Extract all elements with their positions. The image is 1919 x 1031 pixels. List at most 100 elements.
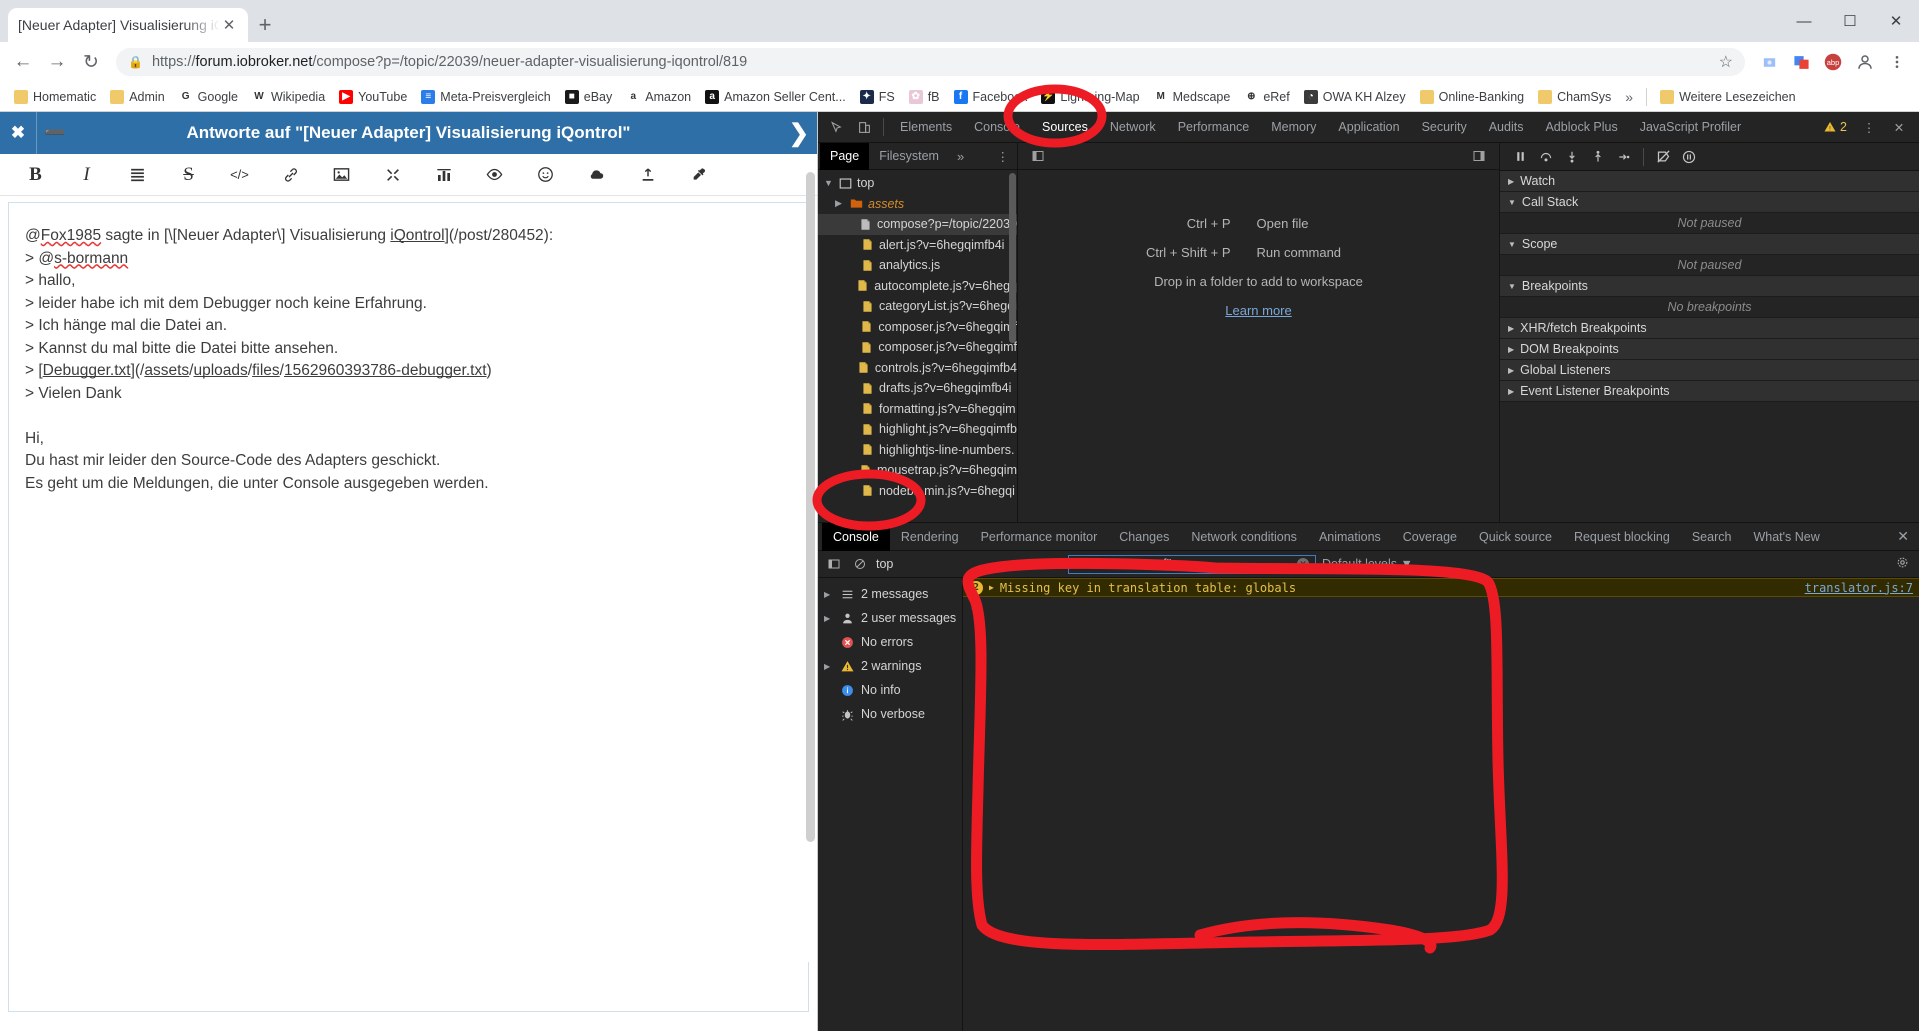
file-tree-row[interactable]: highlightjs-line-numbers. bbox=[818, 440, 1017, 461]
file-tree-row[interactable]: analytics.js bbox=[818, 255, 1017, 276]
image-icon[interactable] bbox=[316, 154, 367, 196]
file-tree-scrollbar[interactable] bbox=[1009, 173, 1016, 343]
composer-scrollbar-thumb[interactable] bbox=[806, 172, 815, 842]
file-tree-row[interactable]: categoryList.js?v=6hegqi bbox=[818, 296, 1017, 317]
drawer-tab-changes[interactable]: Changes bbox=[1108, 523, 1180, 551]
console-sidebar-row[interactable]: No verbose bbox=[818, 702, 962, 726]
bookmarks-overflow-icon[interactable]: » bbox=[1619, 89, 1639, 105]
bookmark-item[interactable]: ▶ YouTube bbox=[333, 87, 413, 107]
chevron-down-icon[interactable]: ▼ bbox=[1508, 240, 1516, 249]
bookmark-item[interactable]: Homematic bbox=[8, 87, 102, 107]
file-tree-row[interactable]: composer.js?v=6hegqimf bbox=[818, 337, 1017, 358]
drawer-tab-search[interactable]: Search bbox=[1681, 523, 1743, 551]
console-sidebar-row[interactable]: No info bbox=[818, 678, 962, 702]
chevron-right-icon[interactable]: ▶ bbox=[1508, 345, 1514, 354]
debugger-section-header[interactable]: ▶ Global Listeners bbox=[1500, 360, 1919, 381]
more-options-icon[interactable]: ⋮ bbox=[1855, 113, 1883, 141]
bookmark-item[interactable]: ≡ Meta-Preisvergleich bbox=[415, 87, 556, 107]
console-sidebar-row[interactable]: ▶ 2 messages bbox=[818, 582, 962, 606]
bookmark-item[interactable]: ChamSys bbox=[1532, 87, 1617, 107]
chevron-down-icon[interactable]: ▼ bbox=[1508, 282, 1516, 291]
italic-icon[interactable]: I bbox=[61, 154, 112, 196]
chevron-right-icon[interactable]: ▶ bbox=[1508, 177, 1514, 186]
file-tree-row[interactable]: autocomplete.js?v=6hegq bbox=[818, 276, 1017, 297]
console-sidebar-row[interactable]: ▶ 2 warnings bbox=[818, 654, 962, 678]
file-tree-row[interactable]: highlight.js?v=6hegqimfb bbox=[818, 419, 1017, 440]
eyedropper-icon[interactable] bbox=[673, 154, 724, 196]
devtools-tab-performance[interactable]: Performance bbox=[1167, 112, 1261, 143]
console-message-source[interactable]: translator.js:7 bbox=[1805, 581, 1913, 595]
file-tree-row[interactable]: composer.js?v=6hegqimf bbox=[818, 317, 1017, 338]
avatar-icon[interactable] bbox=[1851, 48, 1879, 76]
composer-textarea[interactable]: @Fox1985 sagte in [\[Neuer Adapter\] Vis… bbox=[8, 202, 809, 1012]
preview-icon[interactable] bbox=[469, 154, 520, 196]
link-icon[interactable] bbox=[265, 154, 316, 196]
expand-composer-icon[interactable]: ❯ bbox=[789, 119, 809, 148]
file-tree-row[interactable]: mousetrap.js?v=6hegqim bbox=[818, 460, 1017, 481]
step-out-icon[interactable] bbox=[1586, 145, 1610, 169]
tree-toggle-icon[interactable]: ▶ bbox=[835, 198, 845, 209]
chevron-right-icon[interactable]: ▶ bbox=[824, 662, 833, 671]
upload-icon[interactable] bbox=[622, 154, 673, 196]
extension-icon[interactable] bbox=[1755, 48, 1783, 76]
console-filter-input[interactable]: -translate -Got -{"en ✕ bbox=[1068, 554, 1316, 574]
drawer-tab-rendering[interactable]: Rendering bbox=[890, 523, 970, 551]
navigator-more-icon[interactable]: » bbox=[949, 149, 972, 164]
code-icon[interactable]: </> bbox=[214, 154, 265, 196]
drawer-tab-performance-monitor[interactable]: Performance monitor bbox=[970, 523, 1109, 551]
chevron-right-icon[interactable]: ▶ bbox=[824, 590, 833, 599]
file-tree-row[interactable]: alert.js?v=6hegqimfb4i bbox=[818, 235, 1017, 256]
console-sidebar-row[interactable]: ▶ 2 user messages bbox=[818, 606, 962, 630]
poll-icon[interactable] bbox=[418, 154, 469, 196]
devtools-tab-adblock-plus[interactable]: Adblock Plus bbox=[1534, 112, 1628, 143]
close-window-icon[interactable]: ✕ bbox=[1873, 0, 1919, 42]
warning-count-badge[interactable]: ! 2 bbox=[1818, 120, 1853, 134]
bookmark-item[interactable]: a Amazon bbox=[620, 87, 697, 107]
learn-more-link[interactable]: Learn more bbox=[1225, 303, 1291, 318]
debugger-section-header[interactable]: ▶ Event Listener Breakpoints bbox=[1500, 381, 1919, 402]
chevron-right-icon[interactable]: ▶ bbox=[824, 614, 833, 623]
chevron-right-icon[interactable]: ▶ bbox=[1508, 387, 1514, 396]
console-settings-icon[interactable] bbox=[1896, 556, 1913, 572]
other-bookmarks-item[interactable]: Weitere Lesezeichen bbox=[1654, 87, 1802, 107]
profile-avatar-icon[interactable]: abp bbox=[1819, 48, 1847, 76]
devtools-tab-console[interactable]: Console bbox=[963, 112, 1031, 143]
deactivate-breakpoints-icon[interactable] bbox=[1651, 145, 1675, 169]
translate-icon[interactable] bbox=[1787, 48, 1815, 76]
clear-console-icon[interactable] bbox=[850, 554, 870, 574]
step-icon[interactable] bbox=[1612, 145, 1636, 169]
console-levels-dropdown[interactable]: Default levels ▼ bbox=[1322, 557, 1413, 571]
console-sidebar-row[interactable]: No errors bbox=[818, 630, 962, 654]
step-over-icon[interactable] bbox=[1534, 145, 1558, 169]
drawer-tab-network-conditions[interactable]: Network conditions bbox=[1180, 523, 1308, 551]
collapse-sidebar-icon[interactable] bbox=[1024, 142, 1052, 170]
file-tree-row[interactable]: drafts.js?v=6hegqimfb4i bbox=[818, 378, 1017, 399]
debugger-section-header[interactable]: ▶ DOM Breakpoints bbox=[1500, 339, 1919, 360]
bookmark-item[interactable]: a Amazon Seller Cent... bbox=[699, 87, 852, 107]
devtools-tab-javascript-profiler[interactable]: JavaScript Profiler bbox=[1629, 112, 1752, 143]
drawer-tab-what-s-new[interactable]: What's New bbox=[1742, 523, 1830, 551]
devtools-tab-audits[interactable]: Audits bbox=[1478, 112, 1535, 143]
step-into-icon[interactable] bbox=[1560, 145, 1584, 169]
strikethrough-icon[interactable]: S bbox=[163, 154, 214, 196]
close-devtools-icon[interactable]: ✕ bbox=[1885, 113, 1913, 141]
minimize-composer-icon[interactable]: ➖ bbox=[37, 112, 73, 154]
menu-icon[interactable] bbox=[1883, 48, 1911, 76]
tree-toggle-icon[interactable]: ▼ bbox=[824, 178, 834, 188]
drawer-tab-quick-source[interactable]: Quick source bbox=[1468, 523, 1563, 551]
bookmark-item[interactable]: ✦ FS bbox=[854, 87, 901, 107]
emoji-icon[interactable] bbox=[520, 154, 571, 196]
navigator-kebab-icon[interactable]: ⋮ bbox=[997, 149, 1018, 164]
device-toolbar-icon[interactable] bbox=[850, 113, 878, 141]
bookmark-item[interactable]: f Facebook bbox=[948, 87, 1034, 107]
maximize-icon[interactable]: ☐ bbox=[1827, 0, 1873, 42]
close-composer-icon[interactable]: ✖ bbox=[0, 112, 36, 154]
drawer-tab-console[interactable]: Console bbox=[822, 522, 890, 551]
chevron-right-icon[interactable]: ▶ bbox=[1508, 366, 1514, 375]
close-icon[interactable]: ✕ bbox=[220, 16, 238, 34]
minimize-icon[interactable]: — bbox=[1781, 0, 1827, 42]
expand-arrow-icon[interactable]: ▶ bbox=[989, 583, 994, 592]
expand-sidebar-icon[interactable] bbox=[1465, 142, 1493, 170]
console-sidebar-icon[interactable] bbox=[824, 554, 844, 574]
devtools-tab-memory[interactable]: Memory bbox=[1260, 112, 1327, 143]
